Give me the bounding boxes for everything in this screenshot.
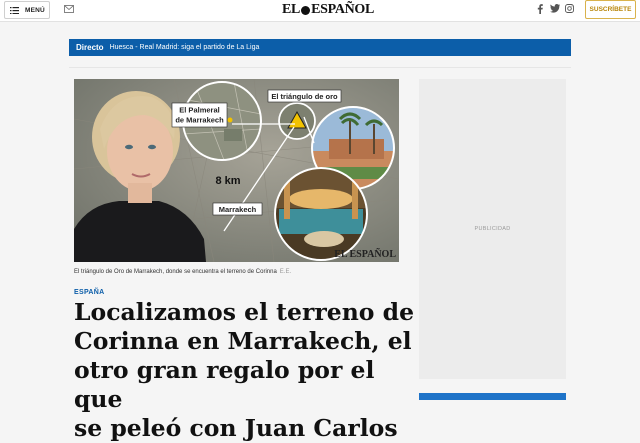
ad-slot[interactable]: PUBLICIDAD (419, 79, 566, 379)
twitter-icon[interactable] (550, 4, 560, 13)
subscribe-button[interactable]: SUSCRÍBETE (585, 0, 636, 19)
hamburger-icon (10, 6, 19, 14)
headline-line: Localizamos el terreno de (74, 298, 415, 326)
hero-image[interactable]: El Palmeral de Marrakech El triángulo de… (74, 79, 399, 262)
logo-mark-icon (301, 5, 311, 15)
article-headline[interactable]: Localizamos el terreno de Corinna en Mar… (74, 298, 414, 443)
image-caption: El triángulo de Oro de Marrakech, donde … (74, 269, 291, 275)
ad-label: PUBLICIDAD (474, 226, 511, 232)
caption-text: El triángulo de Oro de Marrakech, donde … (74, 269, 277, 275)
mail-icon[interactable] (64, 5, 74, 13)
instagram-icon[interactable] (565, 4, 574, 13)
live-banner[interactable]: Directo Huesca - Real Madrid: siga el pa… (69, 39, 571, 56)
live-tag: Directo (76, 43, 104, 52)
location-pin-icon (227, 117, 233, 123)
section-label[interactable]: ESPAÑA (74, 289, 104, 296)
headline-line: Corinna en Marrakech, el (74, 327, 412, 355)
menu-label: MENÚ (25, 6, 45, 14)
map-label-distance: 8 km (215, 175, 240, 187)
headline-line: se peleó con Juan Carlos (74, 414, 398, 442)
map-label-triangle: El triángulo de oro (271, 92, 338, 101)
divider (69, 67, 571, 68)
caption-credit: E.E. (279, 269, 292, 275)
site-logo[interactable]: EL ESPAÑOL (282, 2, 374, 18)
site-header: MENÚ EL ESPAÑOL SUSCRÍBETE (0, 0, 640, 22)
headline-line: otro gran regalo por el que (74, 356, 375, 413)
facebook-icon[interactable] (537, 4, 543, 14)
ad-banner-strip[interactable] (419, 393, 566, 400)
menu-button[interactable]: MENÚ (4, 1, 50, 19)
map-label-palmeral-1: El Palmeral (179, 106, 219, 115)
image-watermark: EL ESPAÑOL (334, 248, 396, 260)
logo-text-right: ESPAÑOL (311, 2, 375, 17)
map-label-palmeral-2: de Marrakech (175, 116, 224, 125)
logo-text-left: EL (282, 2, 301, 17)
hero-illustration: El Palmeral de Marrakech El triángulo de… (74, 79, 399, 262)
map-label-city: Marrakech (219, 205, 257, 214)
live-headline-link[interactable]: Huesca - Real Madrid: siga el partido de… (110, 44, 260, 51)
